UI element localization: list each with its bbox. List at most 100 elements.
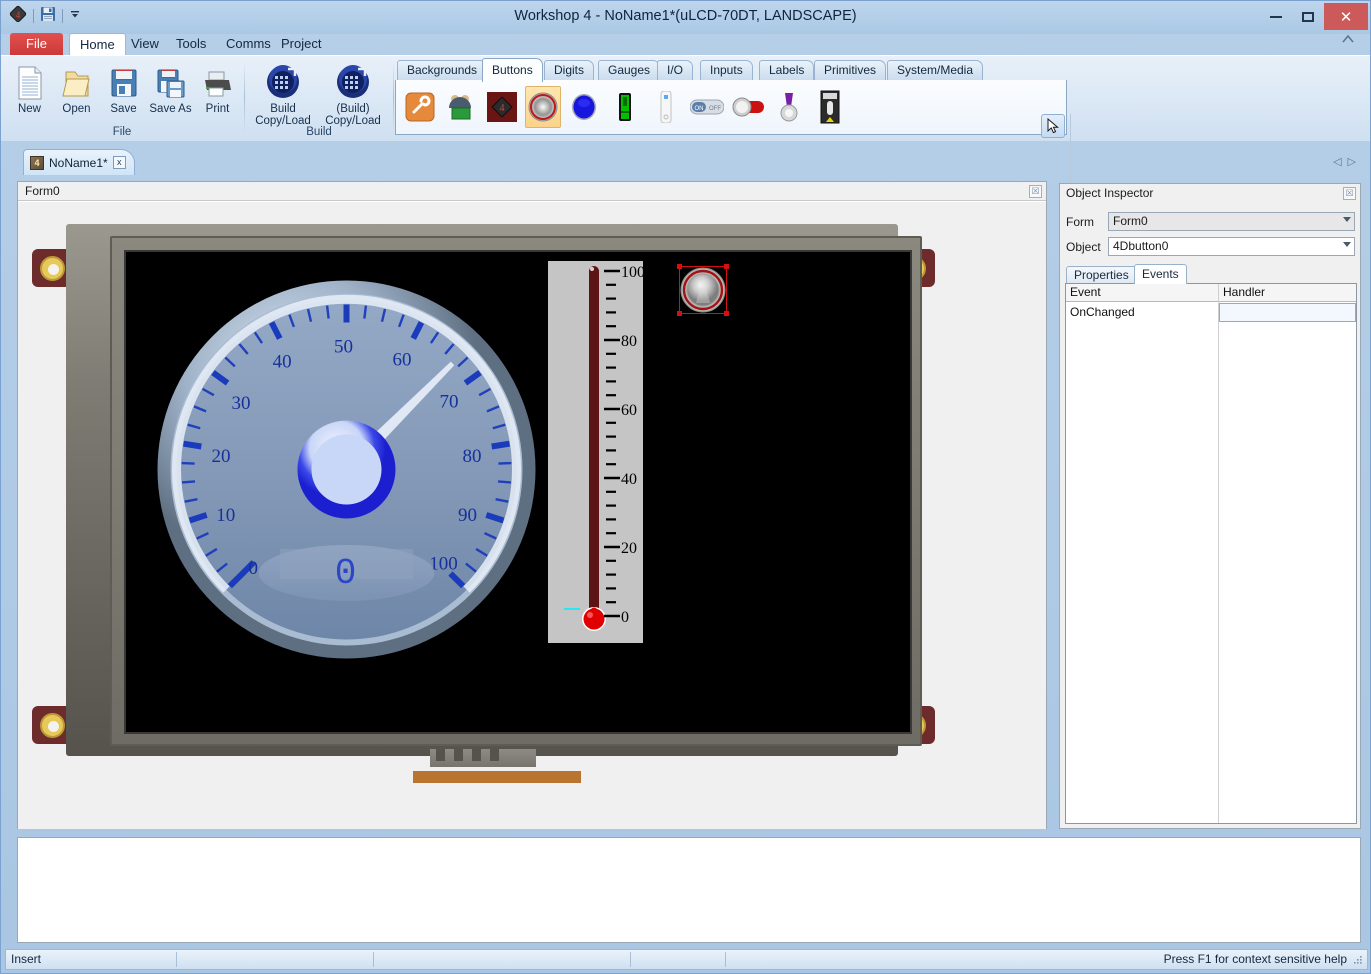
events-grid[interactable]: Event Handler OnChanged xyxy=(1065,283,1357,824)
menu-item-view[interactable]: View xyxy=(121,33,169,55)
device-screen[interactable]: 0 10 20 30 40 50 60 70 80 xyxy=(124,250,912,734)
event-handler-cell[interactable] xyxy=(1219,303,1356,322)
chevron-down-icon[interactable] xyxy=(1343,217,1351,222)
round-button-icon[interactable] xyxy=(566,86,602,128)
output-panel[interactable] xyxy=(17,837,1361,943)
application-window: 4 Workshop 4 - NoName1*(uLCD-70DT, LANDS… xyxy=(0,0,1371,974)
ribbon-collapse-icon[interactable] xyxy=(1340,31,1356,47)
svg-text:40: 40 xyxy=(621,471,637,488)
ribbon-group-build-title: Build xyxy=(245,126,393,138)
new-label: New xyxy=(18,103,41,115)
palette-items: 4 ONOFF xyxy=(395,80,1067,135)
selection-handle-tl[interactable] xyxy=(677,264,682,269)
minimize-button[interactable] xyxy=(1260,3,1292,30)
menu-item-tools[interactable]: Tools xyxy=(166,33,216,55)
palette-tab-digits[interactable]: Digits xyxy=(544,60,594,80)
object-selector-row: Object 4Dbutton0 xyxy=(1066,237,1355,256)
status-bar: Insert Press F1 for context sensitive he… xyxy=(5,949,1368,970)
grid-header-event: Event xyxy=(1066,284,1219,302)
form-canvas[interactable]: 0 10 20 30 40 50 60 70 80 xyxy=(18,202,1046,829)
ribbon-group-build: Build Copy/Load (Build) Copy/Load xyxy=(245,56,393,142)
svg-text:40: 40 xyxy=(273,352,292,373)
ribbon-group-file-title: File xyxy=(1,126,243,138)
tab-next-icon[interactable]: ▷ xyxy=(1348,155,1356,168)
palette-tab-inputs[interactable]: Inputs xyxy=(700,60,753,80)
rocker-switch-icon[interactable] xyxy=(730,86,766,128)
tab-properties[interactable]: Properties xyxy=(1066,266,1137,283)
4d-button-knob-icon[interactable] xyxy=(525,86,561,128)
svg-text:4: 4 xyxy=(500,103,505,114)
grid-column-divider[interactable] xyxy=(1218,284,1219,823)
svg-text:90: 90 xyxy=(458,505,477,526)
object-inspector-close-icon[interactable]: ☒ xyxy=(1343,187,1356,200)
4dbutton0-widget[interactable] xyxy=(679,266,727,314)
menu-item-project[interactable]: Project xyxy=(271,33,331,55)
close-button[interactable]: ✕ xyxy=(1324,3,1368,30)
save-as-button[interactable]: Save As xyxy=(147,60,194,115)
save-button[interactable]: Save xyxy=(100,60,147,115)
open-folder-icon xyxy=(62,64,92,100)
object-combobox-value: 4Dbutton0 xyxy=(1113,239,1168,253)
svg-text:70: 70 xyxy=(440,392,459,413)
selection-handle-br[interactable] xyxy=(724,311,729,316)
build-only-copy-load-button[interactable]: (Build) Copy/Load xyxy=(318,60,388,127)
object-combobox[interactable]: 4Dbutton0 xyxy=(1108,237,1355,256)
document-tab-strip: 4 NoName1* x ◁ ▷ xyxy=(1,143,1370,175)
palette-tab-backgrounds[interactable]: Backgrounds xyxy=(397,60,487,80)
toggle-lever-icon[interactable] xyxy=(771,86,807,128)
open-button[interactable]: Open xyxy=(53,60,100,115)
ribbon-divider-2 xyxy=(393,62,394,134)
arrow-cursor-icon[interactable] xyxy=(1041,114,1065,138)
svg-text:30: 30 xyxy=(232,393,251,414)
selection-handle-tr[interactable] xyxy=(724,264,729,269)
svg-text:0: 0 xyxy=(621,609,629,626)
tab-prev-icon[interactable]: ◁ xyxy=(1333,155,1341,168)
document-tab-close-icon[interactable]: x xyxy=(113,156,126,169)
menu-item-file[interactable]: File xyxy=(10,33,63,55)
menu-bar[interactable]: File Home View Tools Comms Project xyxy=(1,33,1370,55)
analog-gauge-widget[interactable]: 0 10 20 30 40 50 60 70 80 xyxy=(155,278,538,661)
palette-tab-buttons[interactable]: Buttons xyxy=(482,58,543,82)
document-tab-label: NoName1* xyxy=(49,156,108,170)
onoff-toggle-icon[interactable]: ONOFF xyxy=(689,86,725,128)
palette-tab-gauges[interactable]: Gauges xyxy=(598,60,660,80)
user-images-icon[interactable] xyxy=(443,86,479,128)
tab-nav-controls[interactable]: ◁ ▷ xyxy=(1333,155,1356,168)
selection-handle-bl[interactable] xyxy=(677,311,682,316)
resize-grip-icon[interactable] xyxy=(1353,955,1363,965)
status-cell-2 xyxy=(177,950,373,969)
palette-tab-system-media[interactable]: System/Media xyxy=(887,60,983,80)
new-button[interactable]: New xyxy=(6,60,53,115)
form-label: Form xyxy=(1066,215,1102,229)
form-combobox-value: Form0 xyxy=(1113,214,1148,228)
thermometer-widget[interactable]: 100 80 60 40 20 0 xyxy=(546,259,645,645)
document-tab-noname1[interactable]: 4 NoName1* x xyxy=(23,149,135,175)
menu-item-home[interactable]: Home xyxy=(69,33,126,55)
user-button-icon[interactable] xyxy=(402,86,438,128)
form-editor-close-icon[interactable]: ☒ xyxy=(1029,185,1042,198)
white-slider-icon[interactable] xyxy=(648,86,684,128)
svg-text:100: 100 xyxy=(621,264,643,281)
chevron-down-icon[interactable] xyxy=(1343,242,1351,247)
status-hint: Press F1 for context sensitive help xyxy=(1164,950,1347,969)
ribbon: New Open Save xyxy=(1,55,1370,141)
svg-text:80: 80 xyxy=(621,333,637,350)
save-label: Save xyxy=(110,103,136,115)
palette-tab-io[interactable]: I/O xyxy=(657,60,693,80)
build-copy-load-button[interactable]: Build Copy/Load xyxy=(248,60,318,127)
build-globe-icon xyxy=(334,64,372,100)
maximize-button[interactable] xyxy=(1292,3,1324,30)
form-selector-row: Form Form0 xyxy=(1066,212,1355,231)
printer-icon xyxy=(203,64,233,100)
palette-tab-labels[interactable]: Labels xyxy=(759,60,814,80)
form-combobox[interactable]: Form0 xyxy=(1108,212,1355,231)
window-controls[interactable]: ✕ xyxy=(1260,3,1368,30)
palette-tabs[interactable]: Backgrounds Buttons Digits Gauges I/O In… xyxy=(395,58,1067,80)
animated-button-icon[interactable]: 4 xyxy=(484,86,520,128)
sensor-switch-icon[interactable] xyxy=(812,86,848,128)
tab-events[interactable]: Events xyxy=(1134,264,1187,284)
save-as-label: Save As xyxy=(149,103,191,115)
print-button[interactable]: Print xyxy=(194,60,241,115)
palette-tab-primitives[interactable]: Primitives xyxy=(814,60,886,80)
slider-green-icon[interactable] xyxy=(607,86,643,128)
